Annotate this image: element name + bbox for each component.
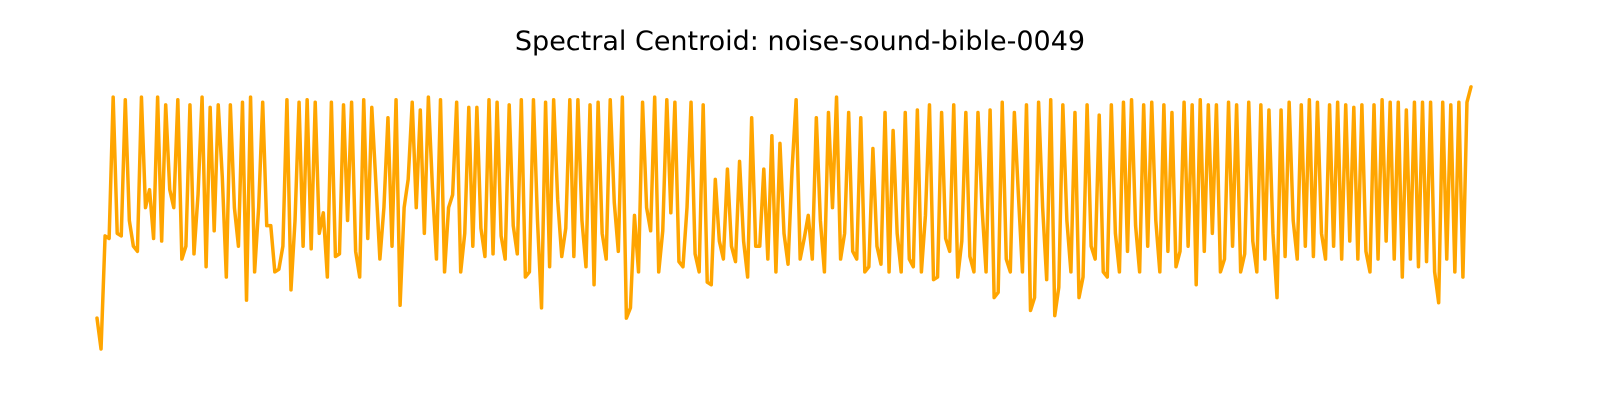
series-layer — [95, 85, 1473, 351]
series-line-0 — [95, 85, 1473, 351]
spectral-centroid-chart — [95, 85, 1473, 351]
